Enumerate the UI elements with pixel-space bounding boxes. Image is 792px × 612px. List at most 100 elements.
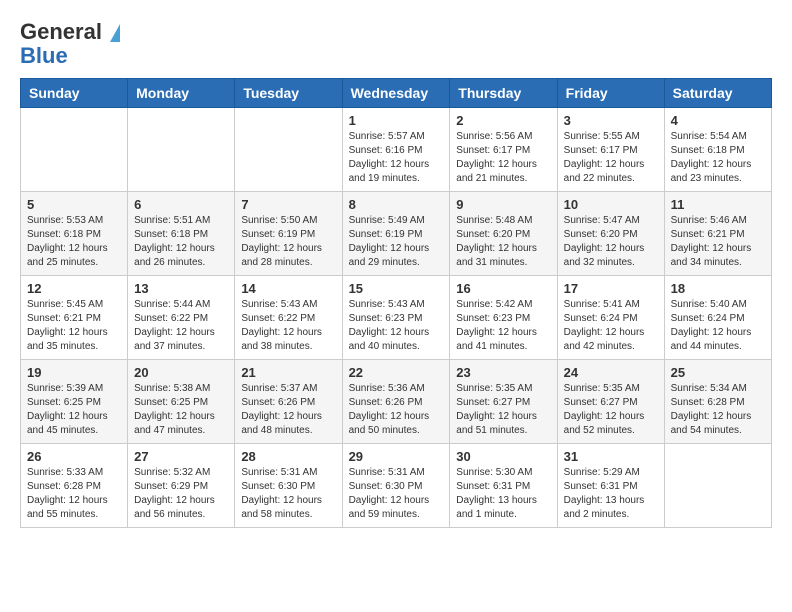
day-number: 26 — [27, 449, 121, 464]
day-info: Sunrise: 5:43 AM Sunset: 6:23 PM Dayligh… — [349, 298, 444, 354]
day-number: 2 — [456, 113, 550, 128]
calendar-cell — [235, 108, 342, 192]
day-of-week-header: Wednesday — [342, 79, 450, 108]
day-info: Sunrise: 5:43 AM Sunset: 6:22 PM Dayligh… — [241, 298, 335, 354]
calendar-cell: 27 Sunrise: 5:32 AM Sunset: 6:29 PM Dayli… — [128, 444, 235, 528]
day-number: 24 — [564, 365, 658, 380]
calendar-cell: 15 Sunrise: 5:43 AM Sunset: 6:23 PM Dayli… — [342, 276, 450, 360]
day-info: Sunrise: 5:40 AM Sunset: 6:24 PM Dayligh… — [671, 298, 765, 354]
day-number: 8 — [349, 197, 444, 212]
day-number: 20 — [134, 365, 228, 380]
day-number: 29 — [349, 449, 444, 464]
day-number: 25 — [671, 365, 765, 380]
day-info: Sunrise: 5:51 AM Sunset: 6:18 PM Dayligh… — [134, 214, 228, 270]
calendar-cell: 11 Sunrise: 5:46 AM Sunset: 6:21 PM Dayli… — [664, 192, 771, 276]
calendar-cell: 29 Sunrise: 5:31 AM Sunset: 6:30 PM Dayli… — [342, 444, 450, 528]
day-number: 21 — [241, 365, 335, 380]
day-info: Sunrise: 5:54 AM Sunset: 6:18 PM Dayligh… — [671, 130, 765, 186]
calendar-week-row: 1Sunrise: 5:57 AM Sunset: 6:16 PM Daylig… — [21, 108, 772, 192]
day-info: Sunrise: 5:37 AM Sunset: 6:26 PM Dayligh… — [241, 382, 335, 438]
day-info: Sunrise: 5:48 AM Sunset: 6:20 PM Dayligh… — [456, 214, 550, 270]
day-number: 30 — [456, 449, 550, 464]
day-info: Sunrise: 5:39 AM Sunset: 6:25 PM Dayligh… — [27, 382, 121, 438]
calendar-cell: 2 Sunrise: 5:56 AM Sunset: 6:17 PM Daylig… — [450, 108, 557, 192]
logo: General Blue — [20, 20, 120, 68]
day-number: 14 — [241, 281, 335, 296]
calendar-cell: 13 Sunrise: 5:44 AM Sunset: 6:22 PM Dayli… — [128, 276, 235, 360]
day-info: Sunrise: 5:31 AM Sunset: 6:30 PM Dayligh… — [241, 466, 335, 522]
calendar-week-row: 5 Sunrise: 5:53 AM Sunset: 6:18 PM Daylig… — [21, 192, 772, 276]
calendar-cell: 16 Sunrise: 5:42 AM Sunset: 6:23 PM Dayli… — [450, 276, 557, 360]
calendar-cell: 21 Sunrise: 5:37 AM Sunset: 6:26 PM Dayli… — [235, 360, 342, 444]
day-of-week-header: Friday — [557, 79, 664, 108]
calendar-cell: 22 Sunrise: 5:36 AM Sunset: 6:26 PM Dayli… — [342, 360, 450, 444]
day-info: Sunrise: 5:56 AM Sunset: 6:17 PM Dayligh… — [456, 130, 550, 186]
day-info: Sunrise: 5:31 AM Sunset: 6:30 PM Dayligh… — [349, 466, 444, 522]
calendar-week-row: 12Sunrise: 5:45 AM Sunset: 6:21 PM Dayli… — [21, 276, 772, 360]
day-number: 18 — [671, 281, 765, 296]
calendar-cell: 24 Sunrise: 5:35 AM Sunset: 6:27 PM Dayli… — [557, 360, 664, 444]
day-info: Sunrise: 5:50 AM Sunset: 6:19 PM Dayligh… — [241, 214, 335, 270]
day-of-week-header: Thursday — [450, 79, 557, 108]
day-info: Sunrise: 5:49 AM Sunset: 6:19 PM Dayligh… — [349, 214, 444, 270]
calendar-cell: 1Sunrise: 5:57 AM Sunset: 6:16 PM Daylig… — [342, 108, 450, 192]
calendar-cell: 17 Sunrise: 5:41 AM Sunset: 6:24 PM Dayli… — [557, 276, 664, 360]
day-number: 6 — [134, 197, 228, 212]
calendar-header-row: SundayMondayTuesdayWednesdayThursdayFrid… — [21, 79, 772, 108]
day-info: Sunrise: 5:41 AM Sunset: 6:24 PM Dayligh… — [564, 298, 658, 354]
day-number: 15 — [349, 281, 444, 296]
logo-general: General — [20, 19, 102, 44]
day-info: Sunrise: 5:47 AM Sunset: 6:20 PM Dayligh… — [564, 214, 658, 270]
day-of-week-header: Monday — [128, 79, 235, 108]
day-number: 1 — [349, 113, 444, 128]
day-number: 3 — [564, 113, 658, 128]
calendar-cell: 10 Sunrise: 5:47 AM Sunset: 6:20 PM Dayli… — [557, 192, 664, 276]
day-of-week-header: Sunday — [21, 79, 128, 108]
calendar-cell: 23 Sunrise: 5:35 AM Sunset: 6:27 PM Dayli… — [450, 360, 557, 444]
day-info: Sunrise: 5:35 AM Sunset: 6:27 PM Dayligh… — [564, 382, 658, 438]
calendar-cell: 6 Sunrise: 5:51 AM Sunset: 6:18 PM Daylig… — [128, 192, 235, 276]
calendar-week-row: 26Sunrise: 5:33 AM Sunset: 6:28 PM Dayli… — [21, 444, 772, 528]
day-number: 11 — [671, 197, 765, 212]
day-info: Sunrise: 5:34 AM Sunset: 6:28 PM Dayligh… — [671, 382, 765, 438]
calendar-cell: 4 Sunrise: 5:54 AM Sunset: 6:18 PM Daylig… — [664, 108, 771, 192]
day-number: 27 — [134, 449, 228, 464]
day-info: Sunrise: 5:46 AM Sunset: 6:21 PM Dayligh… — [671, 214, 765, 270]
day-info: Sunrise: 5:53 AM Sunset: 6:18 PM Dayligh… — [27, 214, 121, 270]
calendar-cell: 25 Sunrise: 5:34 AM Sunset: 6:28 PM Dayli… — [664, 360, 771, 444]
day-info: Sunrise: 5:36 AM Sunset: 6:26 PM Dayligh… — [349, 382, 444, 438]
day-number: 16 — [456, 281, 550, 296]
day-info: Sunrise: 5:42 AM Sunset: 6:23 PM Dayligh… — [456, 298, 550, 354]
calendar-cell — [664, 444, 771, 528]
day-number: 19 — [27, 365, 121, 380]
calendar-cell: 8 Sunrise: 5:49 AM Sunset: 6:19 PM Daylig… — [342, 192, 450, 276]
calendar-week-row: 19 Sunrise: 5:39 AM Sunset: 6:25 PM Dayli… — [21, 360, 772, 444]
calendar-cell: 30Sunrise: 5:30 AM Sunset: 6:31 PM Dayli… — [450, 444, 557, 528]
day-number: 13 — [134, 281, 228, 296]
logo-triangle-icon — [110, 24, 120, 42]
calendar-cell: 3Sunrise: 5:55 AM Sunset: 6:17 PM Daylig… — [557, 108, 664, 192]
calendar-cell: 20Sunrise: 5:38 AM Sunset: 6:25 PM Dayli… — [128, 360, 235, 444]
day-number: 4 — [671, 113, 765, 128]
calendar-cell: 14 Sunrise: 5:43 AM Sunset: 6:22 PM Dayli… — [235, 276, 342, 360]
day-number: 23 — [456, 365, 550, 380]
day-number: 7 — [241, 197, 335, 212]
day-info: Sunrise: 5:35 AM Sunset: 6:27 PM Dayligh… — [456, 382, 550, 438]
logo-text: General Blue — [20, 20, 120, 68]
calendar-cell: 5 Sunrise: 5:53 AM Sunset: 6:18 PM Daylig… — [21, 192, 128, 276]
day-number: 17 — [564, 281, 658, 296]
day-number: 10 — [564, 197, 658, 212]
day-number: 12 — [27, 281, 121, 296]
calendar-cell: 31Sunrise: 5:29 AM Sunset: 6:31 PM Dayli… — [557, 444, 664, 528]
calendar-cell: 7 Sunrise: 5:50 AM Sunset: 6:19 PM Daylig… — [235, 192, 342, 276]
day-number: 31 — [564, 449, 658, 464]
calendar-cell: 28Sunrise: 5:31 AM Sunset: 6:30 PM Dayli… — [235, 444, 342, 528]
day-number: 22 — [349, 365, 444, 380]
day-number: 5 — [27, 197, 121, 212]
calendar-cell: 9Sunrise: 5:48 AM Sunset: 6:20 PM Daylig… — [450, 192, 557, 276]
day-of-week-header: Tuesday — [235, 79, 342, 108]
logo-blue: Blue — [20, 44, 120, 68]
calendar-cell: 12Sunrise: 5:45 AM Sunset: 6:21 PM Dayli… — [21, 276, 128, 360]
day-info: Sunrise: 5:32 AM Sunset: 6:29 PM Dayligh… — [134, 466, 228, 522]
day-info: Sunrise: 5:44 AM Sunset: 6:22 PM Dayligh… — [134, 298, 228, 354]
